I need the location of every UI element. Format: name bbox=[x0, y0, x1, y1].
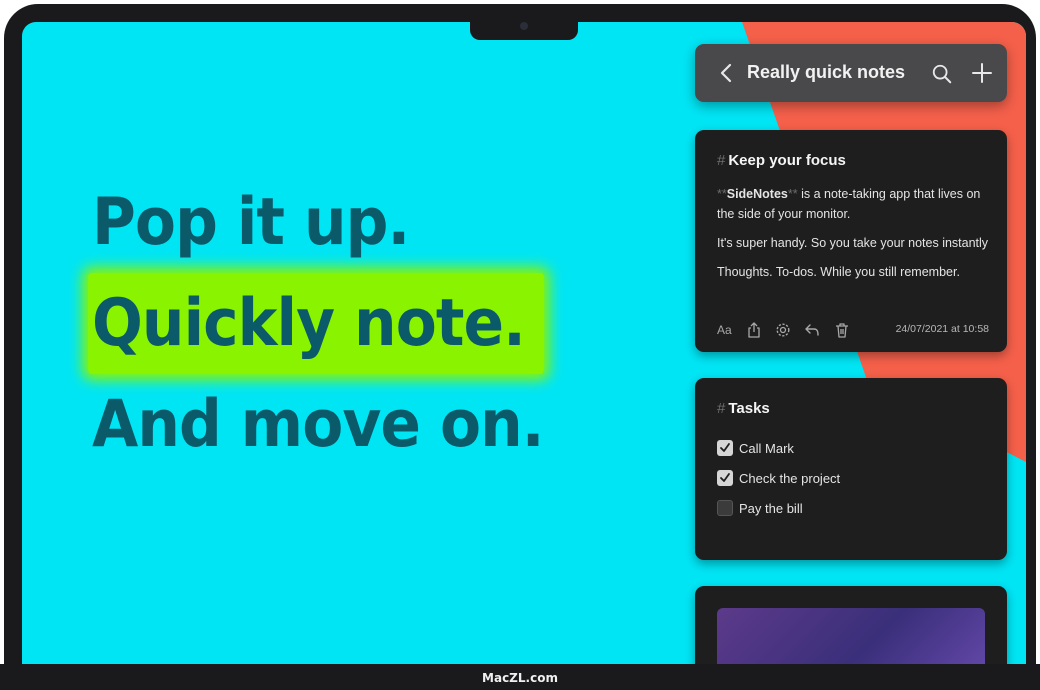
note-hash: # bbox=[717, 400, 726, 417]
gear-icon[interactable] bbox=[775, 322, 791, 338]
notes-toolbar: Really quick notes bbox=[695, 44, 1007, 102]
note-title-text: Tasks bbox=[728, 400, 770, 417]
sidenotes-panel: Really quick notes # Keep your focus **Si… bbox=[693, 22, 1023, 668]
screen: Pop it up. Quickly note. And move on. Re… bbox=[22, 22, 1026, 668]
note-title-text: Keep your focus bbox=[728, 152, 846, 169]
task-item[interactable]: Pay the bill bbox=[717, 493, 987, 523]
note-title: # Tasks bbox=[717, 400, 770, 417]
camera-icon bbox=[520, 22, 528, 30]
headline-line-2: Quickly note. bbox=[88, 273, 544, 374]
note-paragraph-3: Thoughts. To-dos. While you still rememb… bbox=[717, 265, 960, 279]
chevron-left-icon[interactable] bbox=[715, 61, 739, 85]
app-name: SideNotes bbox=[726, 187, 788, 201]
task-label: Call Mark bbox=[739, 440, 794, 456]
check-icon bbox=[720, 473, 730, 482]
checkbox-unchecked[interactable] bbox=[717, 500, 733, 516]
note-body: **SideNotes** is a note-taking app that … bbox=[717, 184, 989, 291]
headline-line-1: Pop it up. bbox=[92, 185, 410, 260]
laptop-frame: Pop it up. Quickly note. And move on. Re… bbox=[4, 4, 1036, 690]
headline: Pop it up. Quickly note. And move on. bbox=[88, 172, 544, 475]
headline-line-3: And move on. bbox=[92, 387, 544, 462]
note-footer: Aa 24/07/2021 at 10:58 bbox=[717, 320, 989, 340]
note-title: # Keep your focus bbox=[717, 152, 846, 169]
note-card-tasks[interactable]: # Tasks Call Mark Check the project Pay t… bbox=[695, 378, 1007, 560]
task-list: Call Mark Check the project Pay the bill bbox=[717, 433, 987, 523]
plus-icon[interactable] bbox=[970, 61, 994, 85]
check-icon bbox=[720, 443, 730, 452]
font-style-icon[interactable]: Aa bbox=[717, 322, 733, 338]
note-card-image[interactable] bbox=[695, 586, 1007, 668]
note-paragraph-1: **SideNotes** is a note-taking app that … bbox=[717, 184, 989, 224]
checkbox-checked[interactable] bbox=[717, 470, 733, 486]
reply-icon[interactable] bbox=[804, 322, 820, 338]
headline-highlight: Quickly note. bbox=[88, 273, 544, 374]
search-icon[interactable] bbox=[931, 63, 953, 85]
task-item[interactable]: Check the project bbox=[717, 463, 987, 493]
note-image-thumbnail bbox=[717, 608, 985, 668]
markdown-marker: ** bbox=[717, 187, 727, 201]
task-label: Check the project bbox=[739, 470, 841, 486]
checkbox-checked[interactable] bbox=[717, 440, 733, 456]
toolbar-title: Really quick notes bbox=[747, 62, 906, 82]
task-label: Pay the bill bbox=[739, 500, 803, 516]
note-paragraph-2: It's super handy. So you take your notes… bbox=[717, 236, 989, 250]
markdown-marker: ** bbox=[787, 187, 798, 201]
note-card-keep-your-focus[interactable]: # Keep your focus **SideNotes** is a note… bbox=[695, 130, 1007, 352]
share-icon[interactable] bbox=[746, 322, 762, 338]
note-hash: # bbox=[717, 152, 726, 169]
brand-label: MacZL.com bbox=[482, 671, 558, 685]
camera-notch bbox=[470, 18, 578, 40]
trash-icon[interactable] bbox=[834, 322, 850, 338]
task-item[interactable]: Call Mark bbox=[717, 433, 987, 463]
note-timestamp: 24/07/2021 at 10:58 bbox=[895, 323, 989, 335]
